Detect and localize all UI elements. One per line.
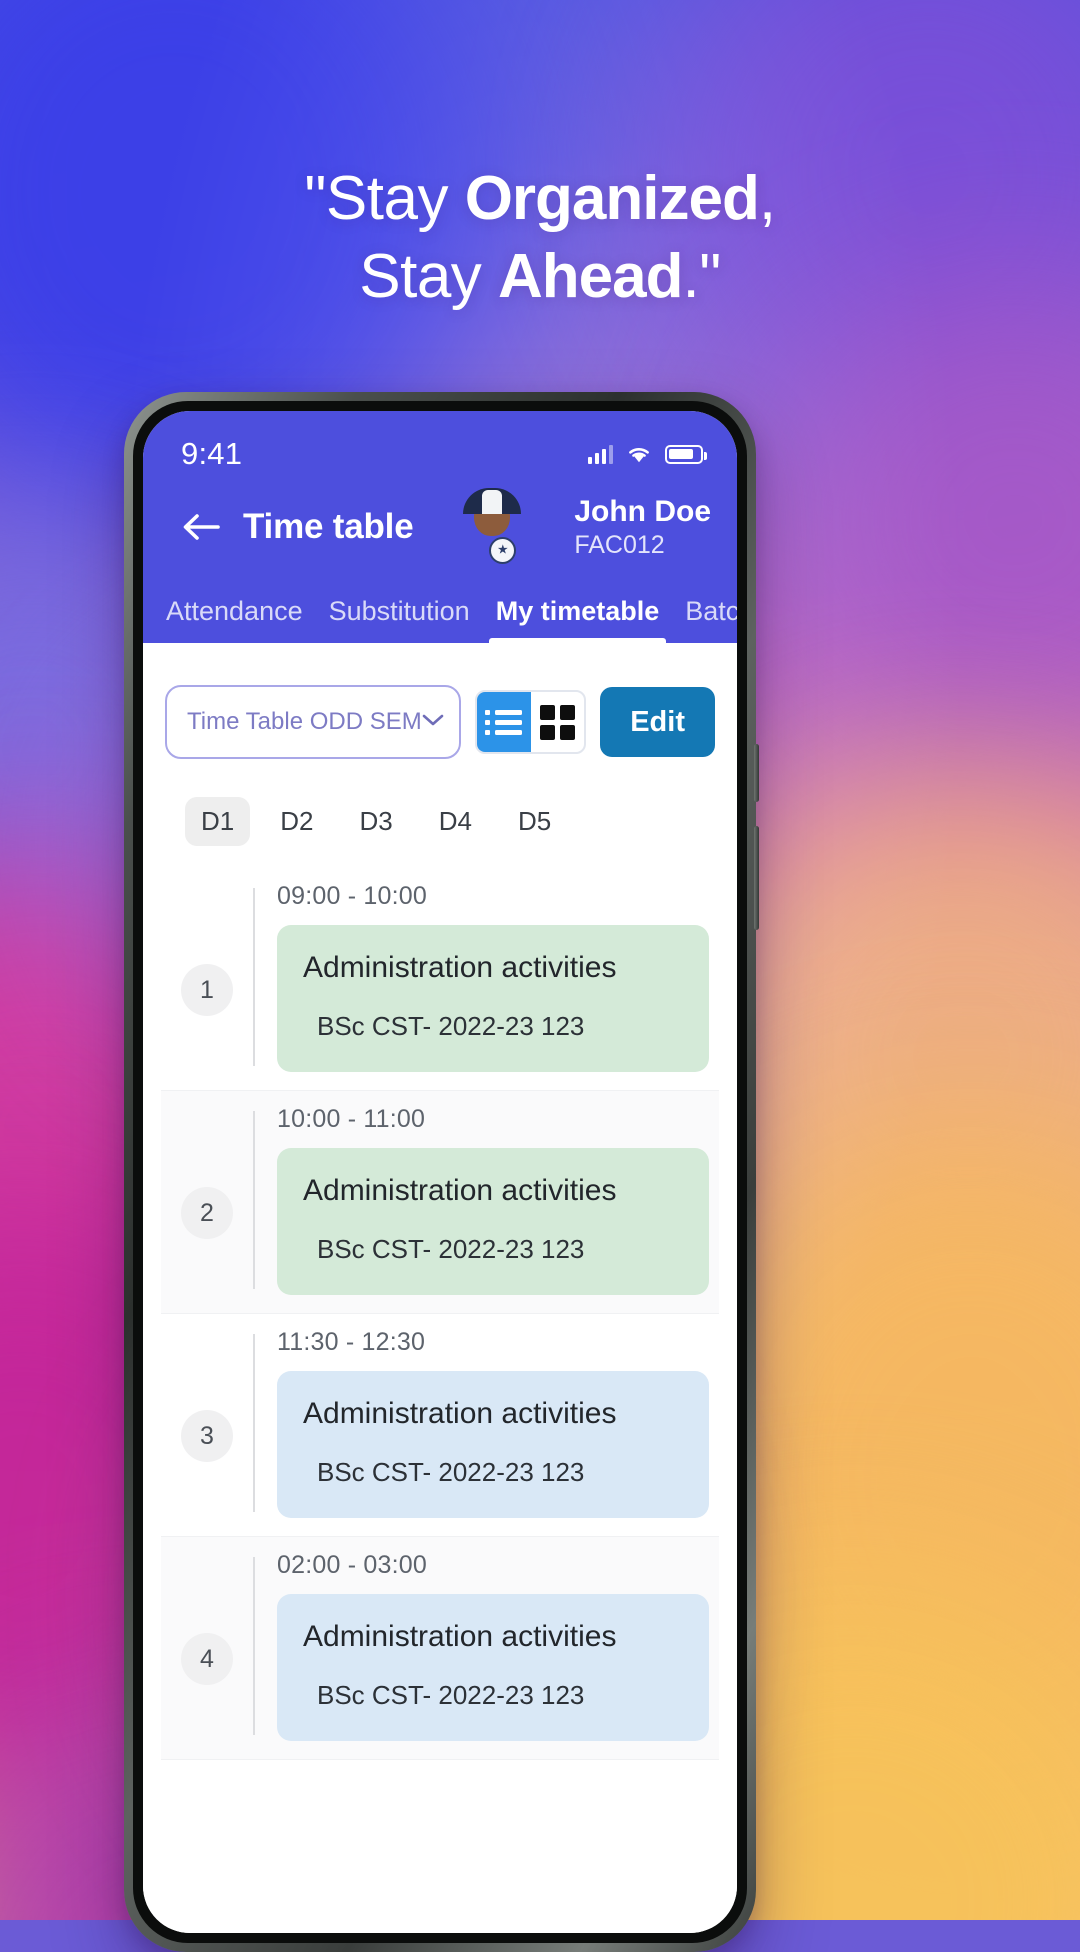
table-row[interactable]: 4 02:00 - 03:00 Administration activitie… (161, 1537, 719, 1760)
slot-card[interactable]: Administration activities BSc CST- 2022-… (277, 1594, 709, 1741)
nav-left-group: Time table (181, 507, 414, 547)
cellular-signal-icon (587, 444, 613, 464)
headline-line-2: Stay Ahead." (0, 238, 1080, 316)
tab-batch-wise[interactable]: Batch wise (672, 596, 737, 643)
semester-select-label: Time Table ODD SEM (187, 708, 422, 735)
headline-text-tail: , (758, 164, 776, 233)
headline-line-1: "Stay Organized, (0, 160, 1080, 238)
battery-icon (665, 444, 707, 464)
tab-my-timetable[interactable]: My timetable (483, 596, 673, 643)
page-title: Time table (243, 507, 414, 546)
status-bar-time: 9:41 (181, 436, 243, 471)
table-row[interactable]: 2 10:00 - 11:00 Administration activitie… (161, 1091, 719, 1314)
slot-number-value: 2 (181, 1187, 233, 1239)
app-header-region: 9:41 Time table ★ John Doe FAC012 Attend… (143, 411, 737, 643)
slot-card[interactable]: Administration activities BSc CST- 2022-… (277, 925, 709, 1072)
slot-number: 1 (161, 882, 253, 1072)
user-name: John Doe (574, 494, 711, 528)
headline-text-plain: "Stay (304, 164, 465, 233)
edit-button[interactable]: Edit (600, 687, 715, 757)
tab-attendance[interactable]: Attendance (153, 596, 316, 643)
day-tab-d1[interactable]: D1 (185, 797, 251, 846)
slot-content: 09:00 - 10:00 Administration activities … (255, 882, 719, 1072)
app-navigation-bar: Time table ★ John Doe FAC012 (143, 481, 737, 565)
section-tabs: Attendance Substitution My timetable Bat… (143, 565, 737, 643)
slot-content: 02:00 - 03:00 Administration activities … (255, 1551, 719, 1741)
phone-screen: 9:41 Time table ★ John Doe FAC012 Attend… (143, 411, 737, 1933)
slot-time: 10:00 - 11:00 (277, 1105, 426, 1133)
avatar-image (463, 488, 522, 536)
slot-time: 09:00 - 10:00 (277, 882, 427, 910)
day-tab-d3[interactable]: D3 (344, 797, 409, 846)
chevron-down-icon (422, 713, 444, 732)
slot-content: 11:30 - 12:30 Administration activities … (255, 1328, 719, 1518)
slot-batch: BSc CST- 2022-23 123 (317, 1457, 585, 1487)
table-row[interactable]: 1 09:00 - 10:00 Administration activitie… (161, 868, 719, 1091)
day-selector: D1 D2 D3 D4 D5 (143, 759, 737, 846)
schedule-list: 1 09:00 - 10:00 Administration activitie… (143, 846, 737, 1760)
wifi-icon (626, 444, 652, 464)
grid-view-icon[interactable] (531, 692, 585, 752)
user-avatar[interactable]: ★ (463, 488, 558, 564)
day-tab-d2[interactable]: D2 (264, 797, 329, 846)
slot-batch: BSc CST- 2022-23 123 (317, 1234, 585, 1264)
slot-time: 11:30 - 12:30 (277, 1328, 426, 1356)
slot-batch: BSc CST- 2022-23 123 (317, 1680, 585, 1710)
slot-number-value: 1 (181, 964, 233, 1016)
promo-headline: "Stay Organized, Stay Ahead." (0, 160, 1080, 316)
slot-title: Administration activities (303, 951, 617, 984)
slot-number: 4 (161, 1551, 253, 1741)
slot-batch: BSc CST- 2022-23 123 (317, 1011, 585, 1041)
list-view-icon[interactable] (477, 692, 531, 752)
phone-volume-button (754, 744, 759, 802)
slot-number-value: 3 (181, 1410, 233, 1462)
phone-mockup: 9:41 Time table ★ John Doe FAC012 Attend… (124, 392, 759, 1952)
headline-text-plain: Stay (359, 242, 499, 311)
status-bar: 9:41 (143, 411, 737, 481)
slot-card[interactable]: Administration activities BSc CST- 2022-… (277, 1371, 709, 1518)
phone-power-button (754, 826, 759, 930)
day-tab-d5[interactable]: D5 (502, 797, 567, 846)
tab-substitution[interactable]: Substitution (316, 596, 483, 643)
user-meta: John Doe FAC012 (574, 495, 711, 560)
avatar-badge-icon: ★ (489, 537, 517, 564)
slot-content: 10:00 - 11:00 Administration activities … (255, 1105, 719, 1295)
status-bar-icons (587, 444, 707, 464)
headline-text-bold: Ahead (498, 242, 683, 311)
content-toolbar: Time Table ODD SEM Edit (143, 643, 737, 759)
slot-number: 3 (161, 1328, 253, 1518)
avatar-shirt (482, 490, 503, 514)
slot-number-value: 4 (181, 1633, 233, 1685)
slot-title: Administration activities (303, 1620, 617, 1653)
view-mode-toggle (475, 690, 587, 754)
table-row[interactable]: 3 11:30 - 12:30 Administration activitie… (161, 1314, 719, 1537)
user-profile-chip[interactable]: ★ John Doe FAC012 (463, 488, 711, 564)
headline-text-bold: Organized (464, 164, 760, 233)
day-tab-d4[interactable]: D4 (423, 797, 488, 846)
headline-text-tail: ." (682, 242, 722, 311)
back-arrow-icon[interactable] (181, 511, 221, 543)
user-id: FAC012 (574, 530, 665, 559)
app-content: Time Table ODD SEM Edit D1 D2 D3 D4 D5 1… (143, 643, 737, 1933)
slot-time: 02:00 - 03:00 (277, 1551, 427, 1579)
slot-title: Administration activities (303, 1397, 617, 1430)
slot-title: Administration activities (303, 1174, 617, 1207)
slot-card[interactable]: Administration activities BSc CST- 2022-… (277, 1148, 709, 1295)
semester-select[interactable]: Time Table ODD SEM (165, 685, 461, 759)
slot-number: 2 (161, 1105, 253, 1295)
